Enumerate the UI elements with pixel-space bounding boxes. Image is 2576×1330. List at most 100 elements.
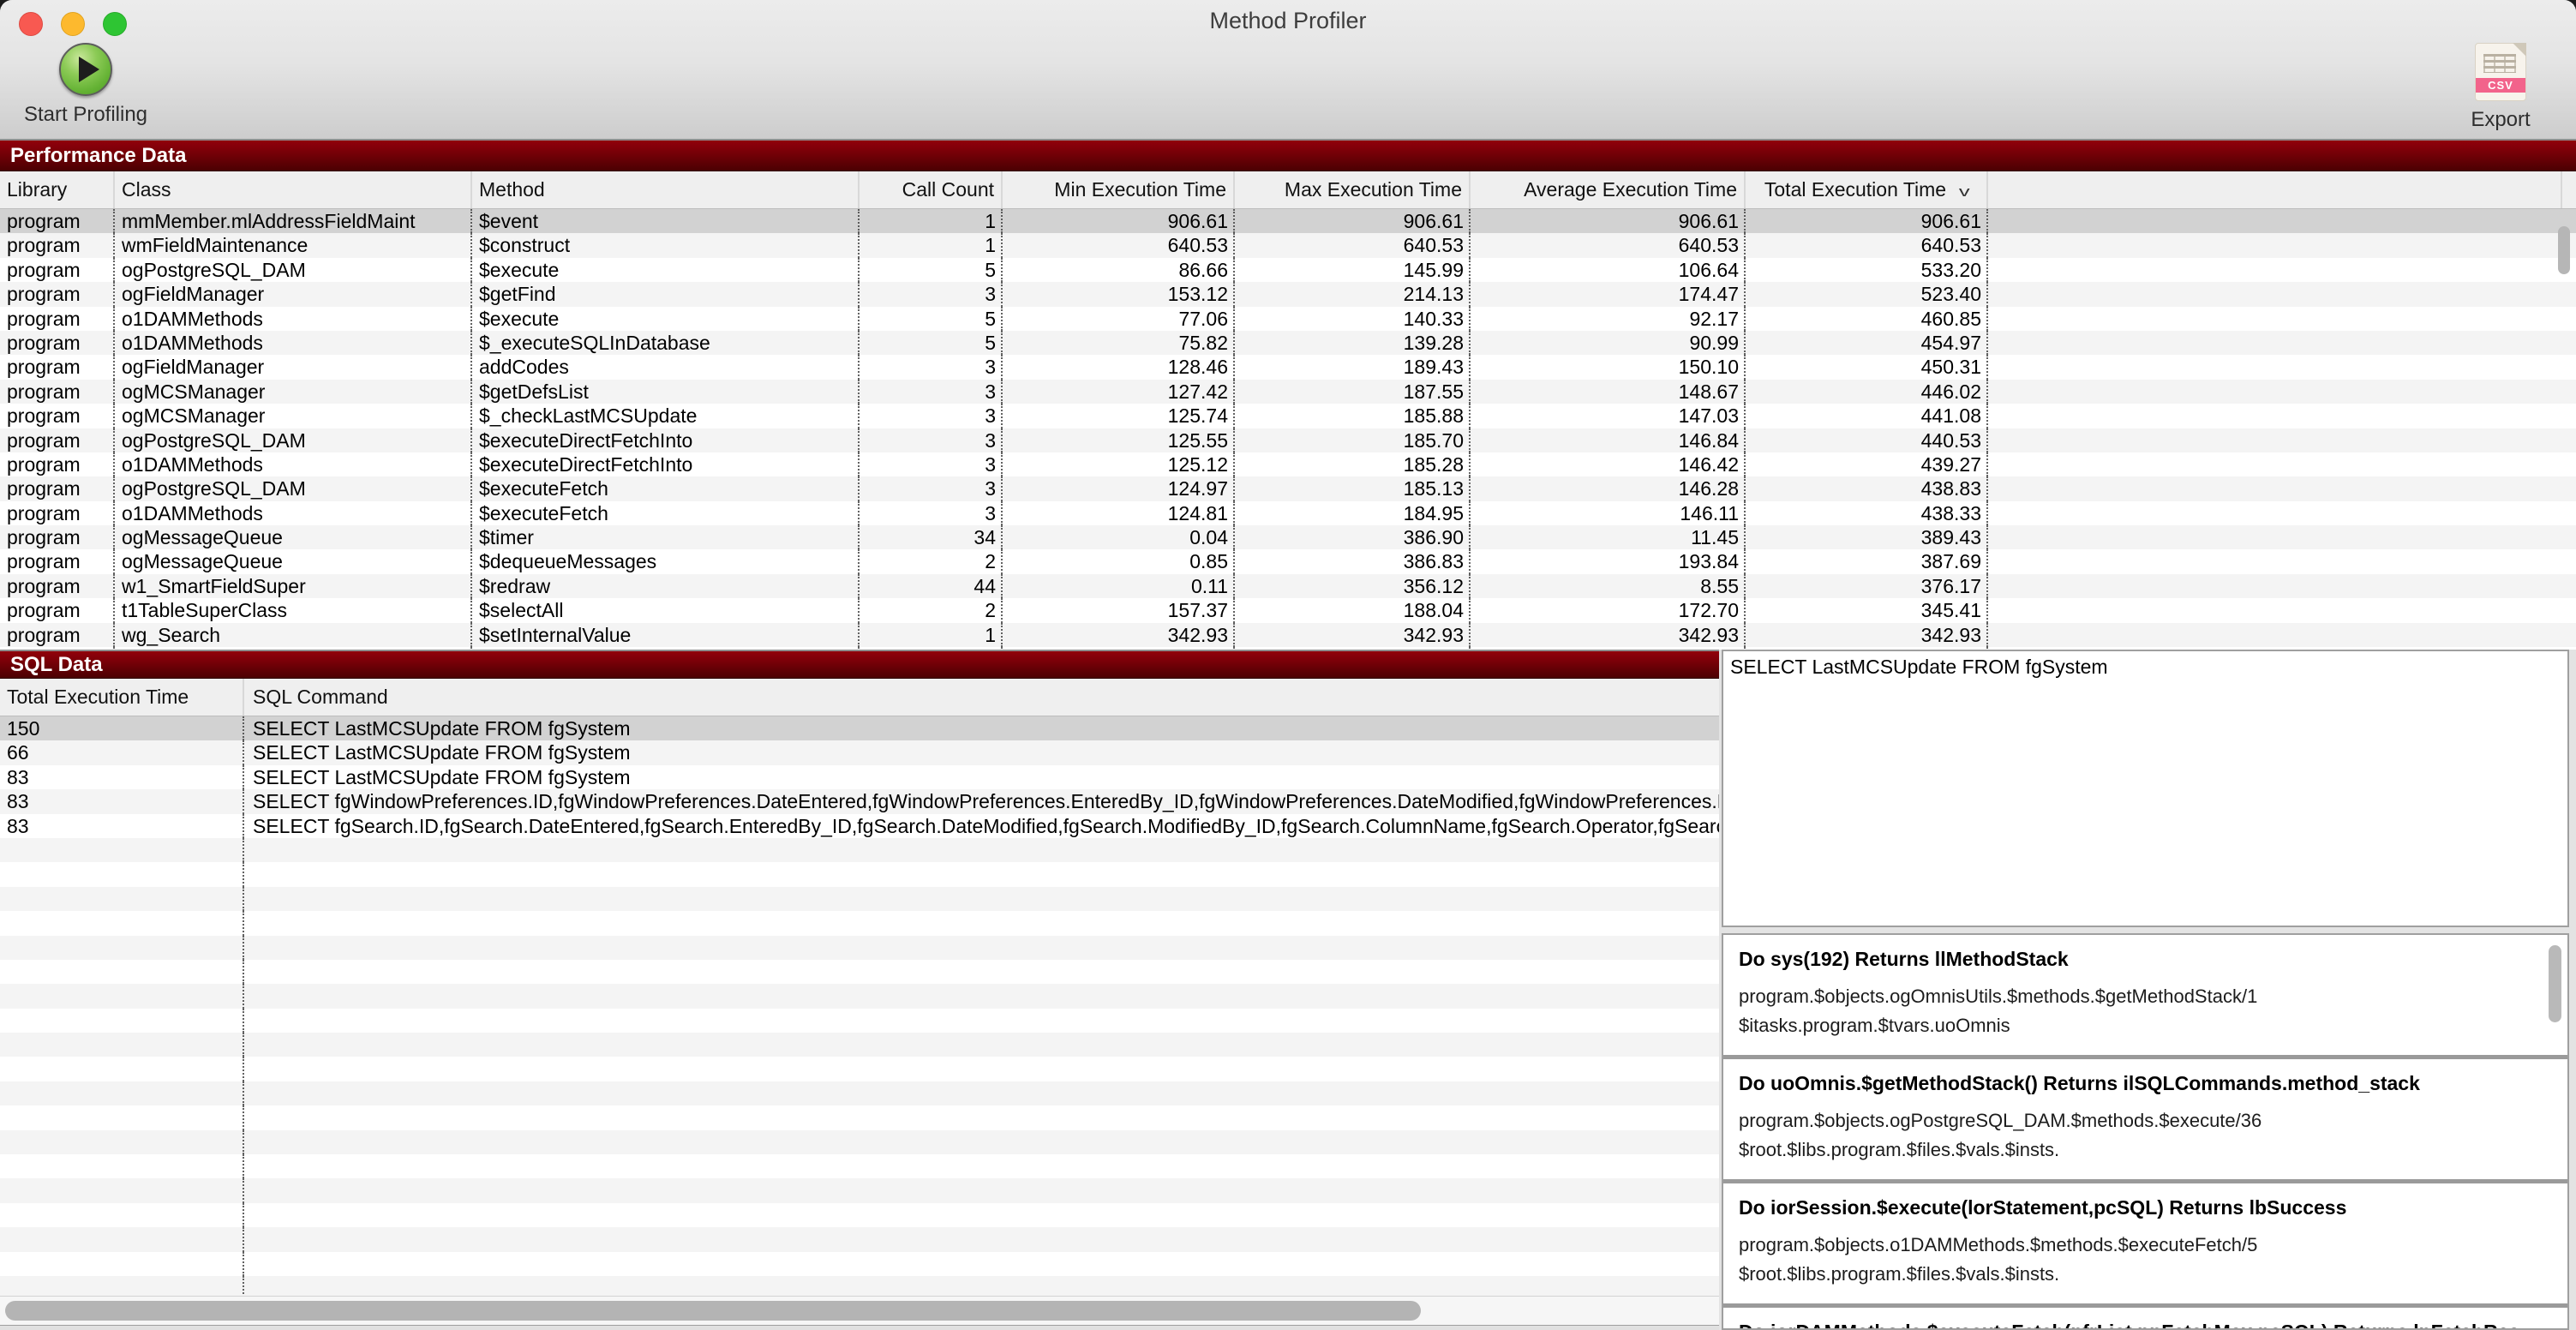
method-stack-entry[interactable]: Do sys(192) Returns llMethodStackprogram… [1723,935,2567,1055]
cell-sql-command: SELECT LastMCSUpdate FROM fgSystem [244,765,1719,789]
cell-avg: 193.84 [1471,549,1746,573]
cell-library: program [0,233,115,257]
sql-command-detail[interactable]: SELECT LastMCSUpdate FROM fgSystem [1722,650,2569,927]
cell-total: 460.85 [1746,307,1988,331]
sql-table-row[interactable]: 66SELECT LastMCSUpdate FROM fgSystem [0,740,1719,764]
cell-method: $executeDirectFetchInto [472,428,860,452]
performance-table-row[interactable]: programogPostgreSQL_DAM$execute586.66145… [0,258,2576,282]
sql-table-row[interactable]: 83SELECT fgWindowPreferences.ID,fgWindow… [0,789,1719,813]
cell-total-exec-time [0,1057,244,1081]
cell-calls: 3 [860,428,1003,452]
col-header-total-time[interactable]: Total Execution Time v [1746,171,1988,208]
cell-spacer [1988,574,2576,598]
stack-entry-line: $root.$libs.program.$files.$vals.$insts. [1739,1139,2552,1161]
cell-avg: 146.28 [1471,476,1746,500]
performance-table-row[interactable]: programogFieldManageraddCodes3128.46189.… [0,355,2576,379]
cell-class: ogPostgreSQL_DAM [115,428,472,452]
col-header-sql-command[interactable]: SQL Command [244,679,1719,716]
sql-table-row[interactable]: 83SELECT LastMCSUpdate FROM fgSystem [0,765,1719,789]
cell-max: 187.55 [1235,380,1471,404]
cell-max: 145.99 [1235,258,1471,282]
cell-library: program [0,331,115,355]
cell-sql-command [244,887,1719,911]
cell-total: 640.53 [1746,233,1988,257]
cell-class: ogMessageQueue [115,549,472,573]
performance-table-row[interactable]: programogMessageQueue$dequeueMessages20.… [0,549,2576,573]
cell-sql-command: SELECT fgWindowPreferences.ID,fgWindowPr… [244,789,1719,813]
cell-calls: 3 [860,355,1003,379]
cell-max: 185.88 [1235,404,1471,428]
col-header-min-time[interactable]: Min Execution Time [1003,171,1235,208]
col-header-class[interactable]: Class [115,171,472,208]
cell-sql-command [244,1154,1719,1178]
performance-table-row[interactable]: programo1DAMMethods$execute577.06140.339… [0,307,2576,331]
cell-max: 386.90 [1235,525,1471,549]
cell-calls: 5 [860,331,1003,355]
cell-class: wmFieldMaintenance [115,233,472,257]
cell-sql-command: SELECT LastMCSUpdate FROM fgSystem [244,716,1719,740]
method-stack-entry[interactable]: Do iorDAMMethods.$executeFetch(pfrList,p… [1723,1303,2567,1330]
performance-table-row[interactable]: programogPostgreSQL_DAM$executeDirectFet… [0,428,2576,452]
performance-table-row[interactable]: programogPostgreSQL_DAM$executeFetch3124… [0,476,2576,500]
stack-entry-title: Do iorDAMMethods.$executeFetch(pfrList,p… [1739,1321,2552,1330]
cell-library: program [0,355,115,379]
cell-min: 124.81 [1003,501,1235,525]
cell-spacer [1988,428,2576,452]
performance-table-row[interactable]: programo1DAMMethods$executeFetch3124.811… [0,501,2576,525]
method-stack-entry[interactable]: Do iorSession.$execute(lorStatement,pcSQ… [1723,1179,2567,1303]
col-header-method[interactable]: Method [472,171,860,208]
sql-horizontal-scrollbar-track[interactable] [0,1296,1719,1325]
cell-max: 184.95 [1235,501,1471,525]
cell-avg: 148.67 [1471,380,1746,404]
col-header-avg-time[interactable]: Average Execution Time [1471,171,1746,208]
performance-table-row[interactable]: programogMCSManager$getDefsList3127.4218… [0,380,2576,404]
performance-table-row[interactable]: programt1TableSuperClass$selectAll2157.3… [0,598,2576,622]
performance-table-row[interactable]: programw1_SmartFieldSuper$redraw440.1135… [0,574,2576,598]
cell-method: $getDefsList [472,380,860,404]
cell-avg: 92.17 [1471,307,1746,331]
cell-max: 356.12 [1235,574,1471,598]
export-label: Export [2441,108,2561,132]
sql-horizontal-scrollbar-thumb[interactable] [5,1301,1421,1321]
col-header-max-time[interactable]: Max Execution Time [1235,171,1471,208]
performance-table-row[interactable]: programogMessageQueue$timer340.04386.901… [0,525,2576,549]
sql-table-empty-row [0,887,1719,911]
performance-table-row[interactable]: programogFieldManager$getFind3153.12214.… [0,282,2576,306]
cell-method: $execute [472,258,860,282]
method-profiler-window: Method Profiler Start Profiling CSV Expo… [0,0,2576,1330]
csv-file-icon[interactable]: CSV [2475,43,2526,101]
cell-max: 185.70 [1235,428,1471,452]
col-header-total-exec-time[interactable]: Total Execution Time [0,679,244,716]
method-stack-entry[interactable]: Do uoOmnis.$getMethodStack() Returns ilS… [1723,1055,2567,1179]
performance-table-row[interactable]: programogMCSManager$_checkLastMCSUpdate3… [0,404,2576,428]
cell-total: 345.41 [1746,598,1988,622]
export-button[interactable]: CSV Export [2441,43,2561,132]
cell-class: mmMember.mlAddressFieldMaint [115,209,472,233]
cell-min: 125.55 [1003,428,1235,452]
cell-max: 188.04 [1235,598,1471,622]
performance-table-row[interactable]: programo1DAMMethods$executeDirectFetchIn… [0,452,2576,476]
title-toolbar-area: Method Profiler Start Profiling CSV Expo… [0,0,2576,139]
col-header-call-count[interactable]: Call Count [860,171,1003,208]
performance-table-row[interactable]: programwg_Search$setInternalValue1342.93… [0,623,2576,647]
start-profiling-button[interactable]: Start Profiling [0,39,171,127]
detail-panel: SELECT LastMCSUpdate FROM fgSystem Do sy… [1719,650,2576,1330]
stack-vertical-scrollbar[interactable] [2549,945,2561,1022]
cell-spacer [1988,209,2576,233]
cell-max: 386.83 [1235,549,1471,573]
play-icon[interactable] [59,43,112,96]
col-header-library[interactable]: Library [0,171,115,208]
cell-library: program [0,428,115,452]
cell-method: $redraw [472,574,860,598]
performance-table-row[interactable]: programmmMember.mlAddressFieldMaint$even… [0,209,2576,233]
cell-avg: 90.99 [1471,331,1746,355]
cell-avg: 174.47 [1471,282,1746,306]
performance-vertical-scrollbar[interactable] [2558,226,2570,274]
sql-table-row[interactable]: 150SELECT LastMCSUpdate FROM fgSystem [0,716,1719,740]
cell-max: 640.53 [1235,233,1471,257]
sql-table-empty-row [0,1009,1719,1033]
sql-table-row[interactable]: 83SELECT fgSearch.ID,fgSearch.DateEntere… [0,814,1719,838]
performance-table-row[interactable]: programwmFieldMaintenance$construct1640.… [0,233,2576,257]
cell-method: $executeFetch [472,476,860,500]
performance-table-row[interactable]: programo1DAMMethods$_executeSQLInDatabas… [0,331,2576,355]
